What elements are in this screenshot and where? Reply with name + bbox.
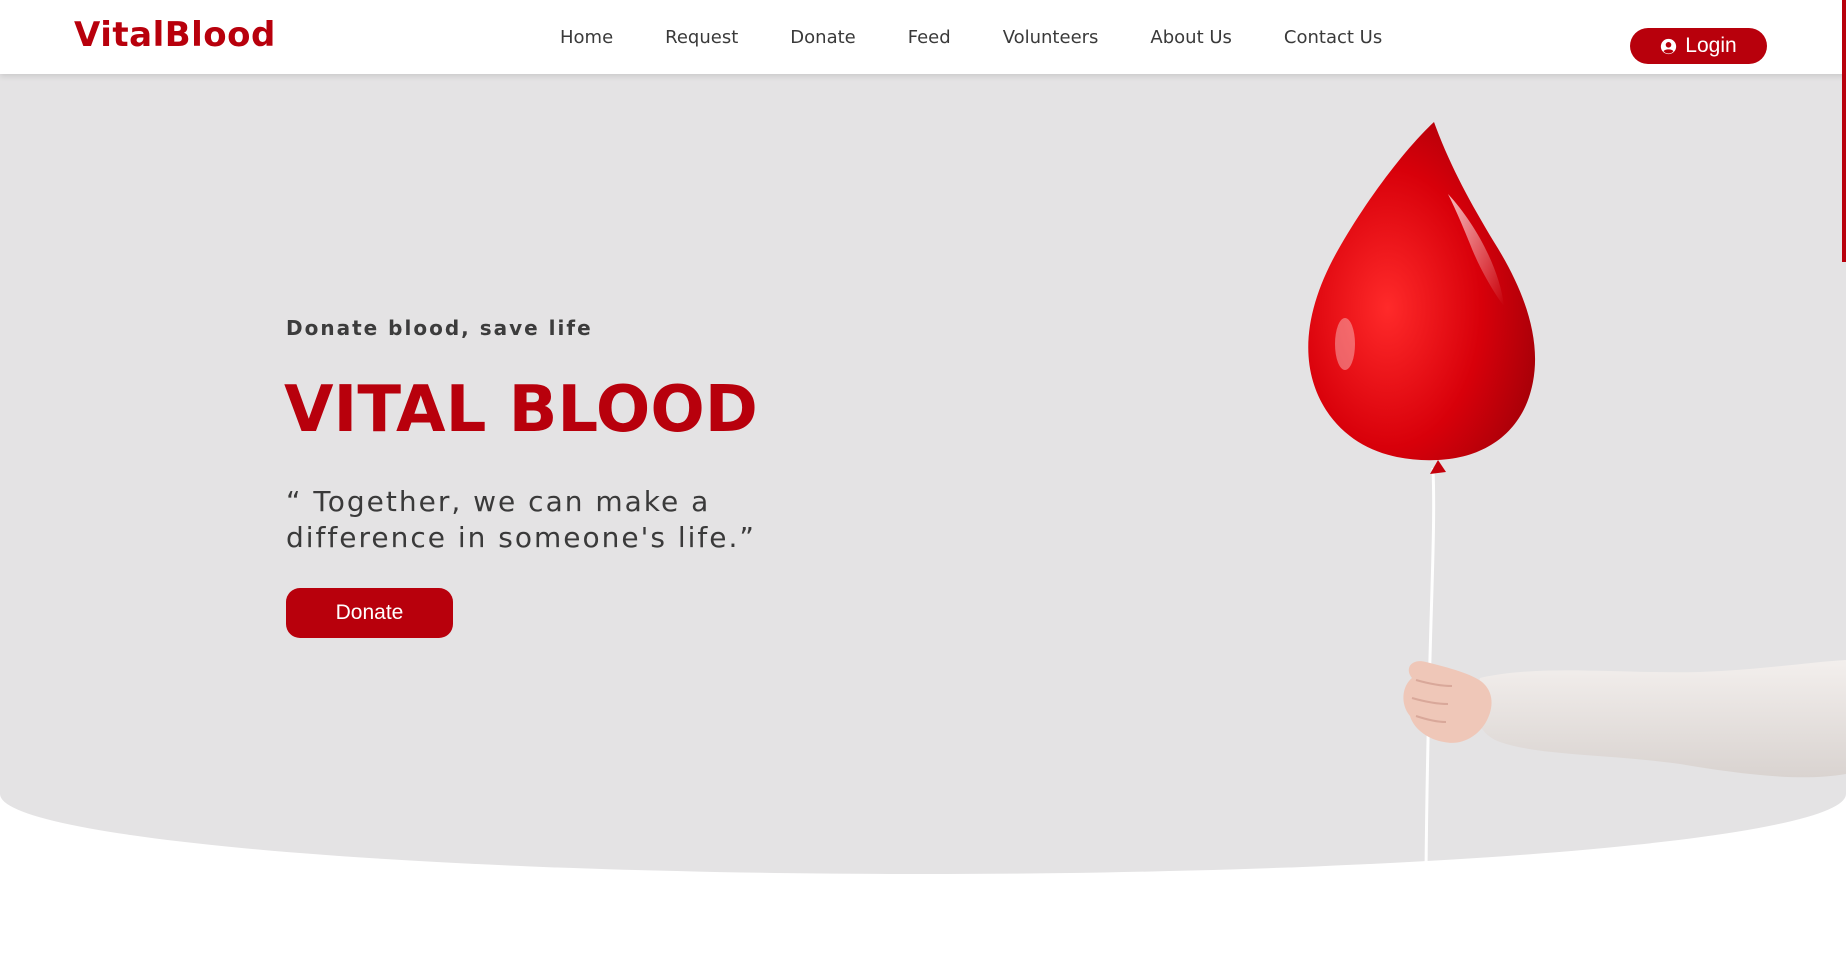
- login-label: Login: [1685, 34, 1737, 57]
- login-button[interactable]: Login: [1630, 28, 1767, 64]
- nav-about-us[interactable]: About Us: [1150, 27, 1232, 48]
- nav-feed[interactable]: Feed: [908, 27, 951, 48]
- hero-quote: “ Together, we can make a difference in …: [286, 485, 756, 554]
- hero-tagline: Donate blood, save life: [286, 316, 593, 340]
- blood-drop-balloon-illustration: [1308, 122, 1846, 874]
- nav-request[interactable]: Request: [665, 27, 738, 48]
- scrollbar-thumb[interactable]: [1842, 0, 1846, 262]
- top-navbar: VitalBlood Home Request Donate Feed Volu…: [0, 0, 1846, 74]
- hero-title: VITAL BLOOD: [284, 373, 758, 447]
- user-circle-icon: [1661, 38, 1677, 54]
- nav-donate[interactable]: Donate: [790, 27, 855, 48]
- nav-volunteers[interactable]: Volunteers: [1003, 27, 1099, 48]
- nav-home[interactable]: Home: [560, 27, 613, 48]
- main-nav: Home Request Donate Feed Volunteers Abou…: [560, 0, 1434, 74]
- brand-logo[interactable]: VitalBlood: [74, 18, 276, 52]
- donate-button[interactable]: Donate: [286, 588, 453, 638]
- nav-contact-us[interactable]: Contact Us: [1284, 27, 1382, 48]
